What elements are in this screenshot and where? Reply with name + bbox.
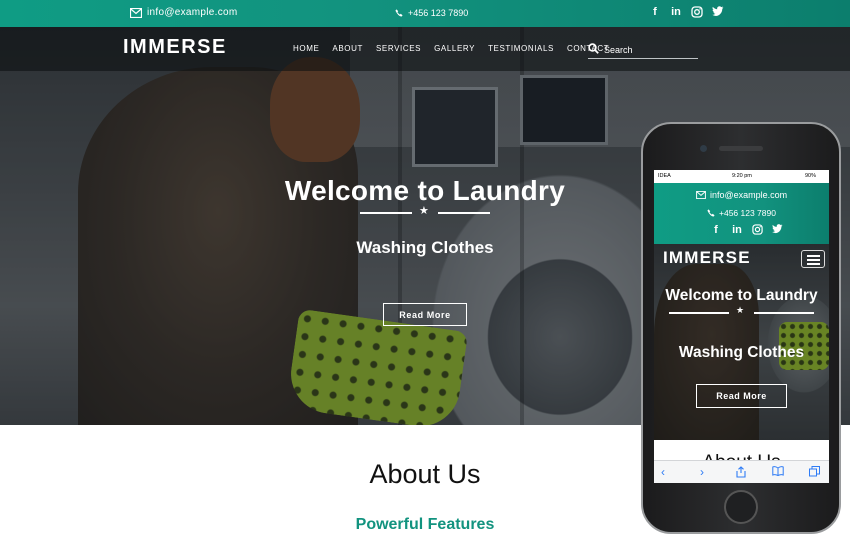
main-navbar: IMMERSE HOME ABOUT SERVICES GALLERY TEST…: [0, 27, 850, 71]
search-input[interactable]: [604, 44, 694, 55]
mobile-hero-overlay: [654, 244, 829, 440]
phone-icon: [707, 209, 715, 217]
about-heading: About Us: [369, 459, 481, 489]
mobile-social-links: f in: [710, 224, 783, 237]
brand-logo[interactable]: IMMERSE: [123, 36, 227, 59]
nav-gallery[interactable]: GALLERY: [434, 44, 475, 53]
nav-testimonials[interactable]: TESTIMONIALS: [488, 44, 554, 53]
instagram-icon[interactable]: [691, 6, 703, 18]
mobile-phone[interactable]: +456 123 7890: [707, 208, 776, 218]
envelope-icon: [130, 7, 142, 18]
search-box: [588, 41, 698, 59]
mobile-brand-logo[interactable]: IMMERSE: [663, 248, 751, 268]
twitter-icon[interactable]: [772, 224, 783, 234]
nav-services[interactable]: SERVICES: [376, 44, 421, 53]
social-links: f in: [649, 6, 724, 19]
status-time: 9:20 pm: [732, 173, 752, 179]
mobile-email-text: info@example.com: [710, 190, 788, 200]
star-icon: ★: [419, 205, 429, 217]
star-icon: ★: [736, 305, 745, 315]
facebook-icon[interactable]: f: [710, 224, 722, 237]
back-arrow-icon[interactable]: ‹: [661, 466, 665, 478]
instagram-icon[interactable]: [752, 224, 763, 235]
mobile-email[interactable]: info@example.com: [696, 190, 787, 200]
mobile-hero: IMMERSE Welcome to Laundry ★ Washing Clo…: [654, 244, 829, 440]
mobile-hero-title: Welcome to Laundry: [665, 287, 818, 304]
mobile-hero-subtitle: Washing Clothes: [678, 344, 805, 361]
about-subheading: Powerful Features: [355, 516, 495, 533]
mobile-contact-bar: info@example.com +456 123 7890 f in: [654, 183, 829, 244]
mobile-phone-text: +456 123 7890: [719, 208, 776, 218]
phone-camera: [700, 145, 707, 152]
facebook-icon[interactable]: f: [649, 6, 661, 19]
phone-icon: [395, 9, 403, 17]
nav-home[interactable]: HOME: [293, 44, 319, 53]
nav-menu: HOME ABOUT SERVICES GALLERY TESTIMONIALS…: [293, 44, 622, 53]
hero-title: Welcome to Laundry: [284, 175, 566, 206]
top-contact-bar: info@example.com +456 123 7890 f in: [0, 0, 850, 27]
mobile-title-divider: ★: [669, 305, 814, 316]
hamburger-menu-icon[interactable]: [801, 250, 825, 268]
envelope-icon: [696, 191, 706, 199]
share-icon[interactable]: [736, 466, 746, 478]
twitter-icon[interactable]: [712, 6, 724, 17]
mobile-read-more-button[interactable]: Read More: [696, 384, 787, 408]
phone-contact[interactable]: +456 123 7890: [395, 8, 468, 18]
title-divider: ★: [360, 205, 490, 218]
carrier-label: IDEA: [658, 173, 671, 179]
mobile-status-bar: IDEA 9:20 pm 90%: [654, 170, 829, 183]
email-contact[interactable]: info@example.com: [130, 7, 238, 18]
phone-speaker: [719, 146, 763, 151]
nav-about[interactable]: ABOUT: [332, 44, 363, 53]
email-text: info@example.com: [147, 7, 238, 18]
tabs-icon[interactable]: [809, 466, 820, 477]
bookmarks-icon[interactable]: [772, 466, 784, 476]
phone-screen: IDEA 9:20 pm 90% info@example.com +456 1…: [654, 170, 829, 483]
forward-arrow-icon[interactable]: ›: [700, 466, 704, 478]
hero-subtitle: Washing Clothes: [356, 238, 494, 257]
linkedin-icon[interactable]: in: [731, 224, 743, 237]
battery-level: 90%: [805, 173, 817, 179]
mobile-browser-toolbar: ‹ ›: [654, 460, 829, 483]
phone-home-button: [724, 490, 758, 524]
search-icon[interactable]: [588, 43, 599, 54]
read-more-button[interactable]: Read More: [383, 303, 467, 326]
linkedin-icon[interactable]: in: [670, 6, 682, 19]
phone-text: +456 123 7890: [408, 8, 469, 18]
